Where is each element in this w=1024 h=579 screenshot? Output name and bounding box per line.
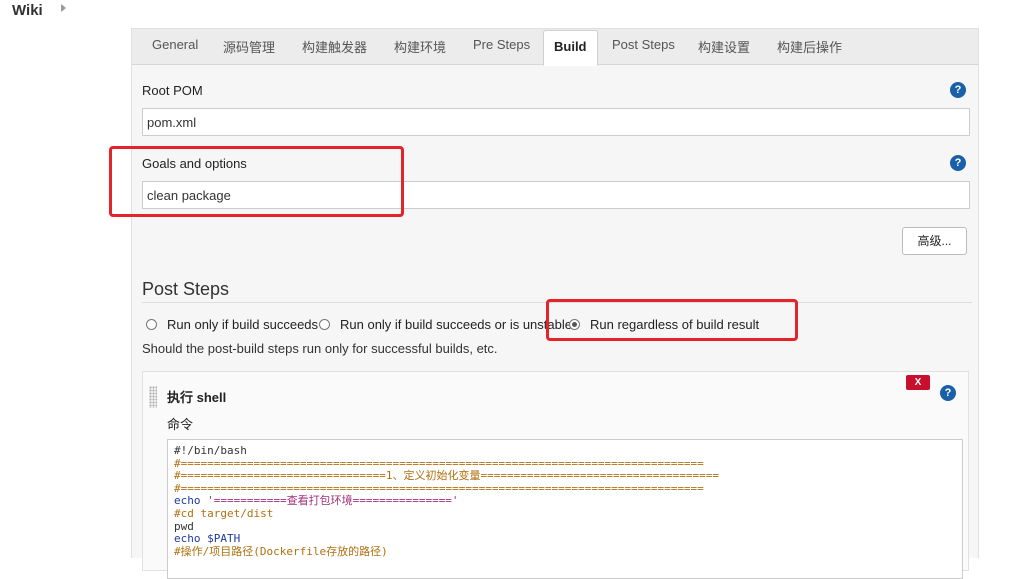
- code-line: #!/bin/bash: [174, 444, 247, 457]
- command-label: 命令: [167, 417, 194, 432]
- goals-help-icon[interactable]: ?: [950, 155, 966, 171]
- radio-button[interactable]: [319, 319, 330, 330]
- tab-general[interactable]: General: [152, 37, 198, 57]
- radio-label: Run only if build succeeds or is unstabl…: [340, 317, 572, 332]
- breadcrumb-arrow-icon[interactable]: [61, 4, 66, 12]
- code-line: #===============================1、定义初始化变…: [174, 469, 719, 483]
- goals-label: Goals and options: [142, 156, 247, 171]
- radio-label: Run only if build succeeds: [167, 317, 319, 332]
- tab-build-env[interactable]: 构建环境: [394, 37, 446, 57]
- execute-shell-step: 执行 shell X ? 命令 #!/bin/bash #===========…: [142, 371, 969, 579]
- drag-handle-icon[interactable]: [149, 386, 157, 408]
- radio-option-unstable[interactable]: Run only if build succeeds or is unstabl…: [319, 316, 572, 334]
- code-line: echo '===========查看打包环境===============': [174, 495, 956, 508]
- tab-triggers[interactable]: 构建触发器: [302, 37, 367, 57]
- root-pom-input[interactable]: pom.xml: [142, 108, 970, 136]
- code-line: #操作/项目路径(Dockerfile存放的路径): [174, 544, 388, 558]
- section-divider: [142, 302, 972, 303]
- shell-help-icon[interactable]: ?: [940, 385, 956, 401]
- tab-build[interactable]: Build: [543, 30, 598, 66]
- tab-post-steps[interactable]: Post Steps: [612, 37, 675, 57]
- tab-strip: General 源码管理 构建触发器 构建环境 Pre Steps Build …: [132, 29, 978, 66]
- radio-button-checked[interactable]: [569, 319, 580, 330]
- root-pom-label: Root POM: [142, 83, 203, 98]
- code-line: echo $PATH: [174, 532, 241, 546]
- config-panel: General 源码管理 构建触发器 构建环境 Pre Steps Build …: [131, 28, 979, 579]
- tab-pre-steps[interactable]: Pre Steps: [473, 37, 530, 57]
- code-string: '===========查看打包环境===============': [207, 494, 459, 508]
- post-steps-title: Post Steps: [142, 279, 230, 299]
- radio-label: Run regardless of build result: [590, 317, 760, 332]
- tab-build-settings[interactable]: 构建设置: [698, 37, 750, 57]
- breadcrumb-wiki-link[interactable]: Wiki: [12, 2, 43, 19]
- code-line: pwd: [174, 519, 194, 533]
- post-steps-hint: Should the post-build steps run only for…: [142, 341, 498, 356]
- radio-button[interactable]: [146, 319, 157, 330]
- radio-option-regardless[interactable]: Run regardless of build result: [569, 316, 769, 334]
- command-textarea[interactable]: #!/bin/bash #===========================…: [167, 439, 963, 579]
- goals-input[interactable]: clean package: [142, 181, 970, 209]
- advanced-button[interactable]: 高级...: [902, 227, 967, 255]
- delete-step-button[interactable]: X: [906, 375, 930, 390]
- step-title: 执行 shell: [167, 390, 227, 405]
- breadcrumb: Wiki: [0, 0, 1024, 22]
- root-pom-help-icon[interactable]: ?: [950, 82, 966, 98]
- radio-option-success[interactable]: Run only if build succeeds: [146, 316, 326, 334]
- code-line: #cd target/dist: [174, 506, 274, 520]
- tab-post-build-actions[interactable]: 构建后操作: [777, 37, 842, 57]
- code-keyword: echo: [174, 494, 208, 508]
- tab-scm[interactable]: 源码管理: [223, 37, 275, 57]
